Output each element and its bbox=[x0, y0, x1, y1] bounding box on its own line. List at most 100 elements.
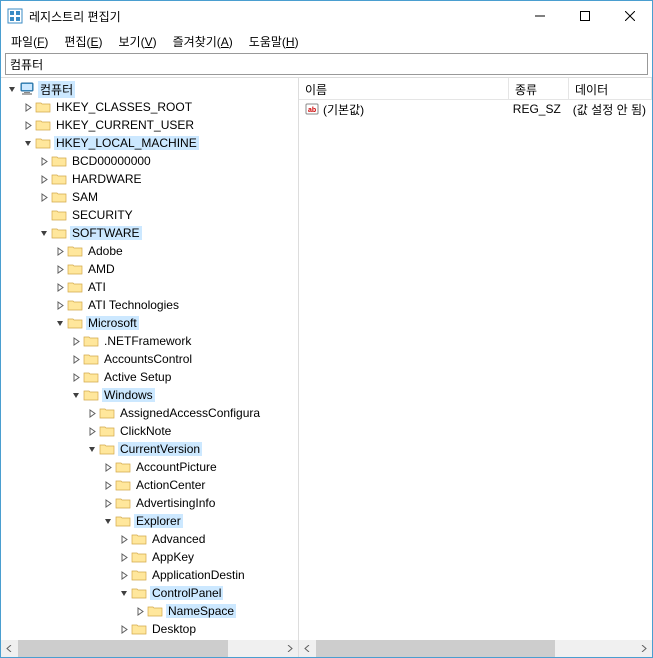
tree-item-controlpanel[interactable]: ControlPanel bbox=[1, 584, 298, 602]
tree-item-explorer[interactable]: Explorer bbox=[1, 512, 298, 530]
tree-item-bcd[interactable]: BCD00000000 bbox=[1, 152, 298, 170]
expander-icon[interactable] bbox=[37, 226, 51, 240]
folder-icon bbox=[131, 568, 147, 582]
titlebar[interactable]: 레지스트리 편집기 bbox=[1, 1, 652, 31]
expander-icon[interactable] bbox=[133, 604, 147, 618]
expander-icon[interactable] bbox=[37, 172, 51, 186]
tree-label: SECURITY bbox=[70, 208, 135, 222]
expander-icon[interactable] bbox=[21, 100, 35, 114]
col-type[interactable]: 종류 bbox=[509, 78, 569, 99]
tree-item-accountpicture[interactable]: AccountPicture bbox=[1, 458, 298, 476]
expander-icon[interactable] bbox=[101, 478, 115, 492]
tree-item-namespace[interactable]: NameSpace bbox=[1, 602, 298, 620]
scroll-left-icon[interactable] bbox=[299, 640, 316, 657]
address-bar[interactable]: 컴퓨터 bbox=[5, 53, 648, 75]
expander-icon[interactable] bbox=[85, 424, 99, 438]
tree-item-currentversion[interactable]: CurrentVersion bbox=[1, 440, 298, 458]
svg-text:ab: ab bbox=[308, 107, 316, 114]
minimize-button[interactable] bbox=[517, 1, 562, 31]
tree-item-desktop[interactable]: Desktop bbox=[1, 620, 298, 638]
expander-icon[interactable] bbox=[85, 442, 99, 456]
scroll-right-icon[interactable] bbox=[635, 640, 652, 657]
expander-icon[interactable] bbox=[117, 568, 131, 582]
menu-help[interactable]: 도움말(H) bbox=[245, 32, 303, 51]
expander-icon[interactable] bbox=[117, 622, 131, 636]
tree-item-security[interactable]: SECURITY bbox=[1, 206, 298, 224]
scroll-left-icon[interactable] bbox=[1, 640, 18, 657]
scroll-right-icon[interactable] bbox=[281, 640, 298, 657]
list-row[interactable]: ab (기본값) REG_SZ (값 설정 안 됨) bbox=[299, 100, 652, 118]
tree-item-atitech[interactable]: ATI Technologies bbox=[1, 296, 298, 314]
registry-editor-window: 레지스트리 편집기 파일(F) 편집(E) 보기(V) 즐겨찾기(A) 도움말(… bbox=[0, 0, 653, 658]
tree-item-assignedaccess[interactable]: AssignedAccessConfigura bbox=[1, 404, 298, 422]
menu-view[interactable]: 보기(V) bbox=[115, 32, 161, 51]
tree-item-actioncenter[interactable]: ActionCenter bbox=[1, 476, 298, 494]
maximize-button[interactable] bbox=[562, 1, 607, 31]
tree-item-advertisinginfo[interactable]: AdvertisingInfo bbox=[1, 494, 298, 512]
list-scrollbar-h[interactable] bbox=[299, 640, 652, 657]
expander-icon[interactable] bbox=[53, 244, 67, 258]
tree-item-activesetup[interactable]: Active Setup bbox=[1, 368, 298, 386]
expander-icon[interactable] bbox=[117, 532, 131, 546]
col-name[interactable]: 이름 bbox=[299, 78, 509, 99]
folder-icon bbox=[131, 622, 147, 636]
tree-item-hkcu[interactable]: HKEY_CURRENT_USER bbox=[1, 116, 298, 134]
expander-icon[interactable] bbox=[21, 118, 35, 132]
expander-icon[interactable] bbox=[37, 208, 51, 222]
tree-item-netfw[interactable]: .NETFramework bbox=[1, 332, 298, 350]
tree-item-adobe[interactable]: Adobe bbox=[1, 242, 298, 260]
menu-file[interactable]: 파일(F) bbox=[7, 32, 52, 51]
expander-icon[interactable] bbox=[5, 82, 19, 96]
expander-icon[interactable] bbox=[53, 262, 67, 276]
expander-icon[interactable] bbox=[101, 460, 115, 474]
folder-icon bbox=[99, 442, 115, 456]
tree-item-microsoft[interactable]: Microsoft bbox=[1, 314, 298, 332]
expander-icon[interactable] bbox=[53, 298, 67, 312]
expander-icon[interactable] bbox=[69, 352, 83, 366]
tree-item-accctrl[interactable]: AccountsControl bbox=[1, 350, 298, 368]
expander-icon[interactable] bbox=[53, 316, 67, 330]
scroll-thumb[interactable] bbox=[316, 640, 555, 657]
tree-pane[interactable]: 컴퓨터HKEY_CLASSES_ROOTHKEY_CURRENT_USERHKE… bbox=[1, 78, 299, 657]
tree-item-clicknote[interactable]: ClickNote bbox=[1, 422, 298, 440]
tree-item-hkcr[interactable]: HKEY_CLASSES_ROOT bbox=[1, 98, 298, 116]
list-pane[interactable]: 이름 종류 데이터 ab (기본값) REG_SZ (값 설정 안 됨) bbox=[299, 78, 652, 657]
expander-icon[interactable] bbox=[101, 496, 115, 510]
expander-icon[interactable] bbox=[21, 136, 35, 150]
tree-item-root[interactable]: 컴퓨터 bbox=[1, 80, 298, 98]
expander-icon[interactable] bbox=[85, 406, 99, 420]
tree-item-advanced[interactable]: Advanced bbox=[1, 530, 298, 548]
tree-label: SAM bbox=[70, 190, 100, 204]
scroll-track[interactable] bbox=[18, 640, 281, 657]
expander-icon[interactable] bbox=[117, 550, 131, 564]
expander-icon[interactable] bbox=[69, 388, 83, 402]
tree-item-hardware[interactable]: HARDWARE bbox=[1, 170, 298, 188]
scroll-thumb[interactable] bbox=[18, 640, 228, 657]
window-title: 레지스트리 편집기 bbox=[29, 8, 517, 25]
menu-edit[interactable]: 편집(E) bbox=[60, 32, 106, 51]
col-data[interactable]: 데이터 bbox=[569, 78, 652, 99]
close-button[interactable] bbox=[607, 1, 652, 31]
tree-item-appkey[interactable]: AppKey bbox=[1, 548, 298, 566]
tree-item-software[interactable]: SOFTWARE bbox=[1, 224, 298, 242]
scroll-track[interactable] bbox=[316, 640, 635, 657]
folder-icon bbox=[83, 370, 99, 384]
tree-scrollbar-h[interactable] bbox=[1, 640, 298, 657]
expander-icon[interactable] bbox=[53, 280, 67, 294]
expander-icon[interactable] bbox=[69, 370, 83, 384]
tree-label: BCD00000000 bbox=[70, 154, 153, 168]
tree-item-ati[interactable]: ATI bbox=[1, 278, 298, 296]
tree-label: SOFTWARE bbox=[70, 226, 142, 240]
tree-item-hklm[interactable]: HKEY_LOCAL_MACHINE bbox=[1, 134, 298, 152]
expander-icon[interactable] bbox=[69, 334, 83, 348]
expander-icon[interactable] bbox=[37, 154, 51, 168]
tree-item-sam[interactable]: SAM bbox=[1, 188, 298, 206]
expander-icon[interactable] bbox=[101, 514, 115, 528]
tree-item-windows[interactable]: Windows bbox=[1, 386, 298, 404]
expander-icon[interactable] bbox=[117, 586, 131, 600]
tree-item-amd[interactable]: AMD bbox=[1, 260, 298, 278]
tree-label: ATI bbox=[86, 280, 108, 294]
menu-favorites[interactable]: 즐겨찾기(A) bbox=[169, 32, 237, 51]
tree-item-appdest[interactable]: ApplicationDestin bbox=[1, 566, 298, 584]
expander-icon[interactable] bbox=[37, 190, 51, 204]
